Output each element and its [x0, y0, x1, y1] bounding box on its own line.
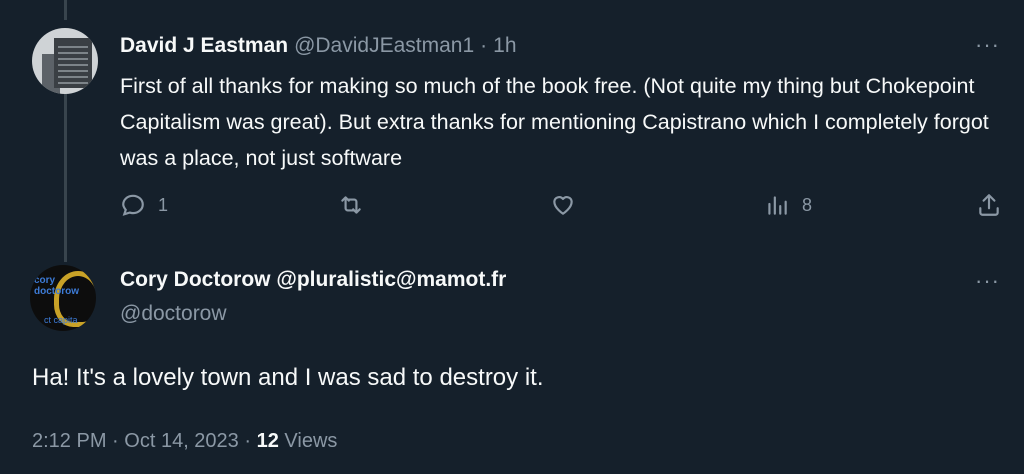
avatar-windows	[58, 42, 88, 84]
views-count: 8	[802, 194, 813, 215]
tweet-header: Cory Doctorow @pluralistic@mamot.fr @doc…	[120, 268, 506, 326]
avatar-text-bottom: ct capita	[44, 315, 78, 325]
tweet-date[interactable]: Oct 14, 2023	[124, 430, 239, 452]
author-name[interactable]: David J Eastman	[120, 34, 288, 58]
reply-button[interactable]: 1	[120, 192, 168, 218]
reply-icon	[122, 194, 144, 216]
thread-line	[64, 84, 67, 262]
avatar-text-top: cory doctorow	[34, 275, 79, 297]
tweet-text: Ha! It's a lovely town and I was sad to …	[32, 364, 544, 391]
separator-dot: ·	[244, 430, 252, 452]
author-handle[interactable]: @DavidJEastman1	[294, 34, 474, 58]
like-button[interactable]	[550, 192, 588, 218]
heart-icon	[553, 196, 573, 215]
avatar[interactable]: cory doctorow ct capita	[30, 265, 96, 331]
avatar[interactable]	[32, 28, 98, 94]
more-options-icon[interactable]: ···	[975, 32, 1000, 58]
repost-button[interactable]	[338, 192, 376, 218]
author-handle[interactable]: @doctorow	[120, 302, 506, 326]
tweet-meta: 2:12 PM · Oct 14, 2023 · 12 Views	[32, 430, 337, 453]
share-icon	[979, 194, 999, 216]
views-number: 12	[256, 430, 279, 452]
tweet-header: David J Eastman @DavidJEastman1 · 1h	[120, 34, 517, 58]
reply-count: 1	[158, 194, 169, 215]
analytics-icon	[768, 196, 787, 215]
more-options-icon[interactable]: ···	[975, 268, 1000, 294]
views-label: Views	[284, 430, 338, 452]
repost-icon	[341, 196, 361, 214]
tweet-time[interactable]: 2:12 PM	[32, 430, 106, 452]
author-name[interactable]: Cory Doctorow @pluralistic@mamot.fr	[120, 268, 506, 291]
separator-dot: ·	[480, 34, 488, 57]
thread-line-top	[64, 0, 67, 20]
share-button[interactable]	[976, 192, 1002, 218]
tweet-text: First of all thanks for making so much o…	[120, 74, 989, 170]
tweet-time[interactable]: 1h	[493, 34, 516, 58]
views-button[interactable]: 8	[764, 192, 812, 218]
tweet-actions: 1 8	[0, 192, 1024, 222]
separator-dot: ·	[112, 430, 119, 452]
